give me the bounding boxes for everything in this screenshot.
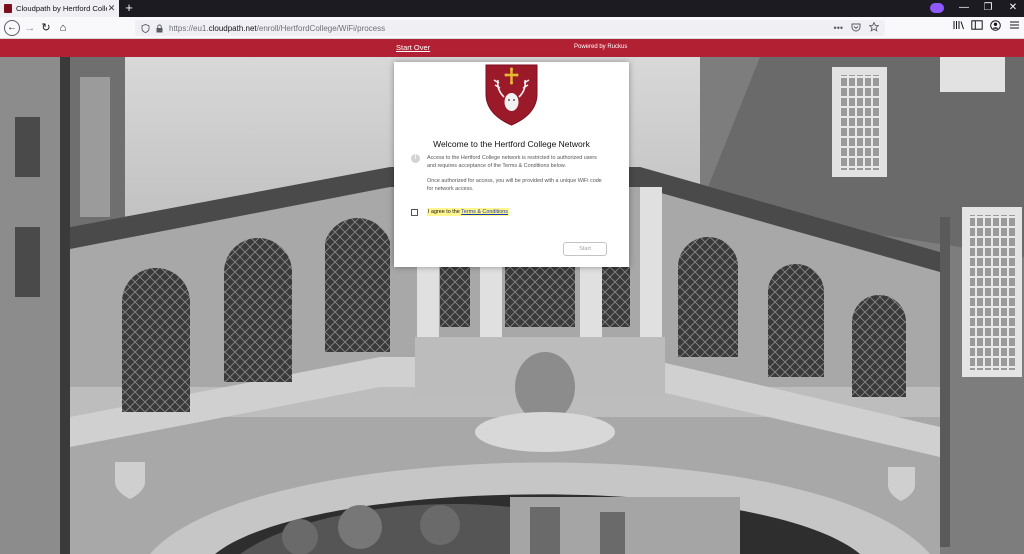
- welcome-modal: Welcome to the Hertford College Network …: [394, 62, 629, 267]
- authorization-paragraph: Once authorized for access, you will be …: [427, 178, 602, 192]
- access-paragraph: Access to the Hertford College network i…: [427, 155, 597, 169]
- powered-by-label: Powered by Ruckus: [574, 44, 628, 50]
- terms-agreement-row: I agree to the Terms & Conditions: [411, 207, 509, 217]
- extension-icon[interactable]: [930, 3, 944, 13]
- modal-title: Welcome to the Hertford College Network: [433, 139, 590, 149]
- pocket-icon[interactable]: [851, 23, 861, 34]
- page-actions-icon[interactable]: •••: [834, 23, 843, 33]
- navigation-bar: ← → ↻ ⌂ https://eu1.cloudpath.net/enroll…: [0, 17, 1024, 39]
- lock-icon[interactable]: [155, 24, 164, 33]
- tab-close-icon[interactable]: ✕: [107, 3, 116, 14]
- new-tab-button[interactable]: +: [122, 1, 136, 15]
- menu-icon[interactable]: [1007, 20, 1021, 36]
- tab-strip: Cloudpath by Hertford College ✕ + — ❐ ✕: [0, 0, 1024, 17]
- address-bar[interactable]: https://eu1.cloudpath.net/enroll/Hertfor…: [135, 20, 885, 36]
- info-icon: !: [411, 154, 420, 163]
- agree-checkbox[interactable]: [411, 208, 418, 216]
- forward-button[interactable]: →: [22, 20, 38, 36]
- tab-title: Cloudpath by Hertford College: [16, 4, 107, 13]
- shield-icon[interactable]: [141, 23, 150, 33]
- home-button[interactable]: ⌂: [55, 20, 71, 36]
- active-tab[interactable]: Cloudpath by Hertford College ✕: [0, 0, 119, 17]
- sidebar-icon[interactable]: [970, 20, 984, 36]
- portal-header-bar: Start Over Powered by Ruckus: [0, 39, 1024, 57]
- close-window-button[interactable]: ✕: [1006, 2, 1020, 14]
- start-over-link[interactable]: Start Over: [396, 43, 430, 52]
- reload-button[interactable]: ↻: [38, 20, 54, 36]
- start-button[interactable]: Start: [563, 242, 607, 256]
- modal-description: Access to the Hertford College network i…: [427, 154, 607, 200]
- star-icon[interactable]: [868, 21, 880, 34]
- tab-favicon-icon: [4, 4, 12, 13]
- terms-link[interactable]: Terms & Conditions: [461, 209, 508, 215]
- url-text[interactable]: https://eu1.cloudpath.net/enroll/Hertfor…: [169, 24, 385, 33]
- crest-logo: [485, 64, 538, 126]
- restore-button[interactable]: ❐: [981, 2, 995, 14]
- agree-label: I agree to the: [428, 209, 462, 215]
- minimize-button[interactable]: —: [957, 2, 971, 14]
- account-icon[interactable]: [988, 20, 1002, 36]
- library-icon[interactable]: [952, 20, 966, 36]
- back-button[interactable]: ←: [4, 20, 20, 36]
